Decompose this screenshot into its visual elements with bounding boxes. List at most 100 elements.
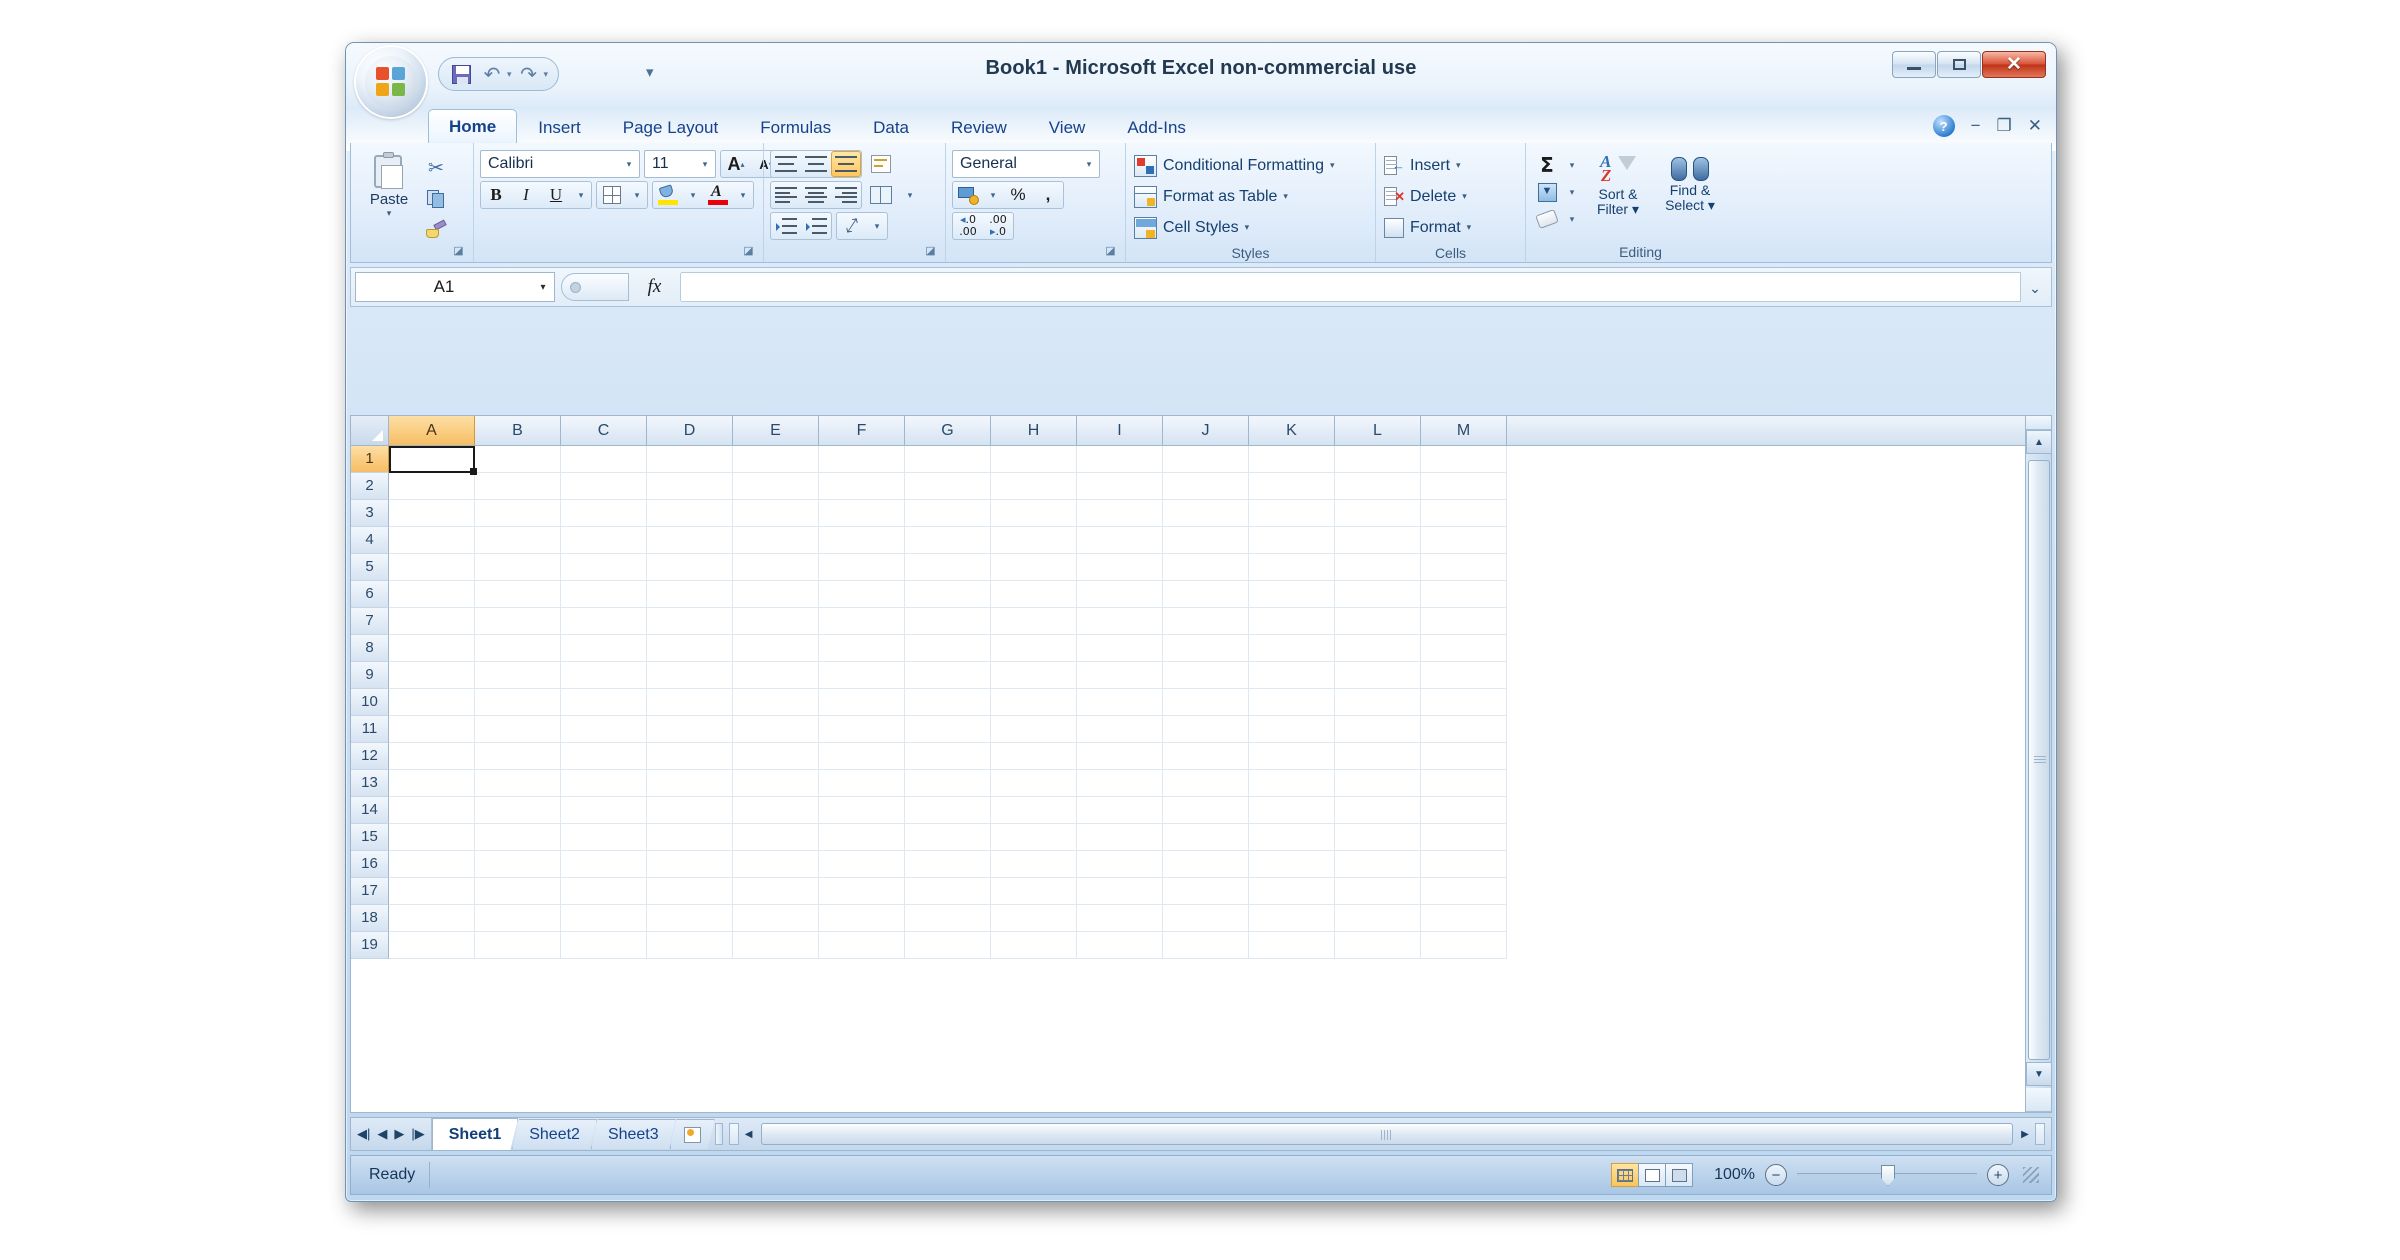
- cell-C2[interactable]: [561, 473, 647, 500]
- column-header-l[interactable]: L: [1335, 416, 1421, 445]
- format-painter-button[interactable]: [421, 215, 451, 245]
- grow-font-button[interactable]: A▴: [721, 151, 751, 177]
- comma-style-button[interactable]: ,: [1033, 182, 1063, 208]
- cell-I13[interactable]: [1077, 770, 1163, 797]
- cell-C8[interactable]: [561, 635, 647, 662]
- cell-D14[interactable]: [647, 797, 733, 824]
- cell-M12[interactable]: [1421, 743, 1507, 770]
- zoom-in-button[interactable]: +: [1987, 1164, 2009, 1186]
- horizontal-scroll-thumb[interactable]: [761, 1123, 2013, 1145]
- font-size-combo[interactable]: 11 ▾: [644, 150, 716, 178]
- cell-B2[interactable]: [475, 473, 561, 500]
- cell-K5[interactable]: [1249, 554, 1335, 581]
- cell-C19[interactable]: [561, 932, 647, 959]
- cell-B11[interactable]: [475, 716, 561, 743]
- cell-H9[interactable]: [991, 662, 1077, 689]
- cell-A19[interactable]: [389, 932, 475, 959]
- fill-button[interactable]: [1532, 179, 1562, 205]
- cell-H2[interactable]: [991, 473, 1077, 500]
- cell-I8[interactable]: [1077, 635, 1163, 662]
- row-header-7[interactable]: 7: [351, 608, 389, 635]
- page-layout-view-button[interactable]: [1638, 1163, 1666, 1187]
- cell-D17[interactable]: [647, 878, 733, 905]
- cell-L10[interactable]: [1335, 689, 1421, 716]
- column-header-m[interactable]: M: [1421, 416, 1507, 445]
- underline-button[interactable]: U: [541, 182, 571, 208]
- row-header-5[interactable]: 5: [351, 554, 389, 581]
- cell-J2[interactable]: [1163, 473, 1249, 500]
- merge-dropdown-caret[interactable]: ▾: [900, 182, 920, 208]
- chevron-down-icon[interactable]: ⌄: [2023, 276, 2047, 300]
- cell-F16[interactable]: [819, 851, 905, 878]
- row-header-17[interactable]: 17: [351, 878, 389, 905]
- format-cells-button[interactable]: Format ▾: [1382, 212, 1473, 243]
- cell-J11[interactable]: [1163, 716, 1249, 743]
- number-format-combo[interactable]: General ▾: [952, 150, 1100, 178]
- cell-I18[interactable]: [1077, 905, 1163, 932]
- cell-M17[interactable]: [1421, 878, 1507, 905]
- row-header-1[interactable]: 1: [351, 446, 389, 473]
- cell-I16[interactable]: [1077, 851, 1163, 878]
- cell-E19[interactable]: [733, 932, 819, 959]
- cell-F15[interactable]: [819, 824, 905, 851]
- horizontal-split-right[interactable]: [2035, 1123, 2045, 1145]
- cell-A5[interactable]: [389, 554, 475, 581]
- cell-D4[interactable]: [647, 527, 733, 554]
- cell-C6[interactable]: [561, 581, 647, 608]
- undo-dropdown-caret[interactable]: ▾: [507, 69, 512, 80]
- number-dialog-launcher[interactable]: ◪: [1104, 246, 1117, 259]
- italic-button[interactable]: I: [511, 182, 541, 208]
- cell-I12[interactable]: [1077, 743, 1163, 770]
- close-window-button[interactable]: ✕: [1982, 51, 2046, 78]
- cell-B10[interactable]: [475, 689, 561, 716]
- increase-indent-button[interactable]: [801, 213, 831, 239]
- cell-D12[interactable]: [647, 743, 733, 770]
- font-size-caret[interactable]: ▾: [697, 159, 713, 170]
- cell-area[interactable]: [389, 446, 2025, 1112]
- paste-dropdown-caret[interactable]: ▾: [387, 208, 392, 219]
- row-header-8[interactable]: 8: [351, 635, 389, 662]
- cell-C16[interactable]: [561, 851, 647, 878]
- cell-H16[interactable]: [991, 851, 1077, 878]
- save-button[interactable]: [447, 61, 475, 87]
- cell-E4[interactable]: [733, 527, 819, 554]
- cell-A17[interactable]: [389, 878, 475, 905]
- decrease-indent-button[interactable]: [771, 213, 801, 239]
- vertical-scroll-thumb[interactable]: [2028, 460, 2050, 1060]
- cell-D16[interactable]: [647, 851, 733, 878]
- cell-F10[interactable]: [819, 689, 905, 716]
- cell-C4[interactable]: [561, 527, 647, 554]
- cell-M2[interactable]: [1421, 473, 1507, 500]
- cell-L3[interactable]: [1335, 500, 1421, 527]
- zoom-slider-thumb[interactable]: [1881, 1165, 1895, 1186]
- cell-H10[interactable]: [991, 689, 1077, 716]
- cell-H8[interactable]: [991, 635, 1077, 662]
- cell-C14[interactable]: [561, 797, 647, 824]
- cell-G7[interactable]: [905, 608, 991, 635]
- cell-K11[interactable]: [1249, 716, 1335, 743]
- cell-L8[interactable]: [1335, 635, 1421, 662]
- name-box[interactable]: A1 ▾: [355, 272, 555, 302]
- cell-B13[interactable]: [475, 770, 561, 797]
- column-header-j[interactable]: J: [1163, 416, 1249, 445]
- cell-A14[interactable]: [389, 797, 475, 824]
- cell-B4[interactable]: [475, 527, 561, 554]
- row-header-3[interactable]: 3: [351, 500, 389, 527]
- delete-caret[interactable]: ▾: [1462, 191, 1467, 202]
- cell-D19[interactable]: [647, 932, 733, 959]
- cell-M19[interactable]: [1421, 932, 1507, 959]
- cell-I17[interactable]: [1077, 878, 1163, 905]
- cell-L18[interactable]: [1335, 905, 1421, 932]
- font-name-combo[interactable]: Calibri ▾: [480, 150, 640, 178]
- previous-sheet-button[interactable]: ◀: [377, 1126, 387, 1142]
- cell-H3[interactable]: [991, 500, 1077, 527]
- row-header-9[interactable]: 9: [351, 662, 389, 689]
- redo-dropdown-caret[interactable]: ▾: [544, 69, 549, 80]
- cell-J18[interactable]: [1163, 905, 1249, 932]
- cell-M13[interactable]: [1421, 770, 1507, 797]
- find-select-caret[interactable]: ▾: [1708, 197, 1715, 213]
- row-header-10[interactable]: 10: [351, 689, 389, 716]
- column-header-c[interactable]: C: [561, 416, 647, 445]
- cell-I4[interactable]: [1077, 527, 1163, 554]
- cell-D1[interactable]: [647, 446, 733, 473]
